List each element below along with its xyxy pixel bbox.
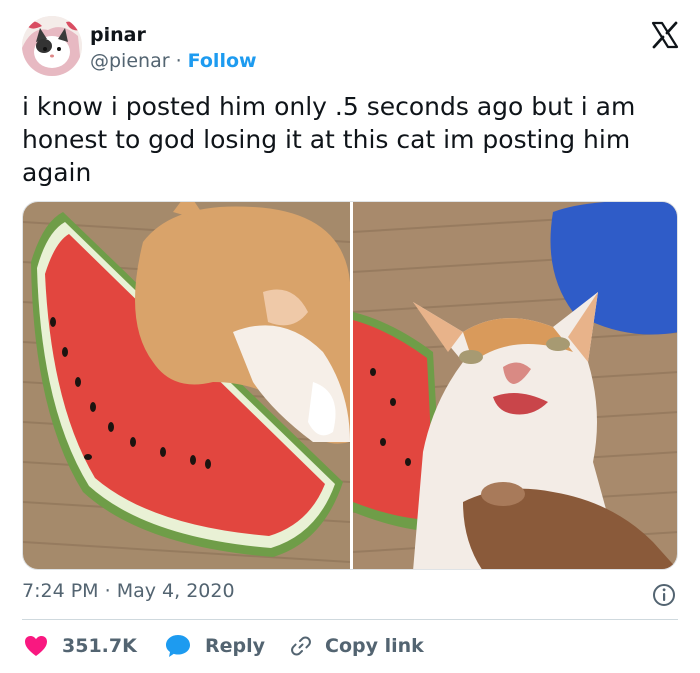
tweet-timestamp[interactable]: 7:24 PM · May 4, 2020 [22,580,235,602]
divider [22,619,678,620]
separator-dot: · [175,50,182,72]
cat-watermelon-photo [23,202,351,569]
reply-button[interactable]: Reply [165,628,265,664]
author-name[interactable]: pinar [90,24,146,46]
tweet-text: i know i posted him only .5 seconds ago … [22,92,636,187]
like-button[interactable]: 351.7K [24,628,137,664]
like-count: 351.7K [62,635,137,657]
heart-icon [25,636,47,656]
link-icon [291,636,311,656]
follow-button[interactable]: Follow [188,50,257,72]
avatar-cat-image [22,16,82,76]
tweet-time: 7:24 PM [22,580,99,602]
cat-face-photo [352,202,677,569]
copy-link-button[interactable]: Copy link [289,628,424,664]
copy-link-label: Copy link [325,635,424,657]
photo-cat-watermelon-face[interactable] [352,202,677,569]
tweet-actions: 351.7K Reply Copy link [22,628,678,664]
timestamp-separator: · [104,580,111,602]
tweet-media-grid [22,201,678,570]
x-logo-icon[interactable] [650,20,680,50]
author-handle-row: @pienar · Follow [90,50,257,72]
tweet-date: May 4, 2020 [116,580,235,602]
tweet-header: pinar @pienar · Follow [22,14,682,78]
avatar[interactable] [22,16,82,76]
author-handle[interactable]: @pienar [90,50,170,72]
speech-bubble-icon [166,635,190,657]
photo-cat-eating-watermelon[interactable] [23,202,351,569]
info-icon[interactable] [652,583,676,607]
reply-label: Reply [205,635,266,657]
